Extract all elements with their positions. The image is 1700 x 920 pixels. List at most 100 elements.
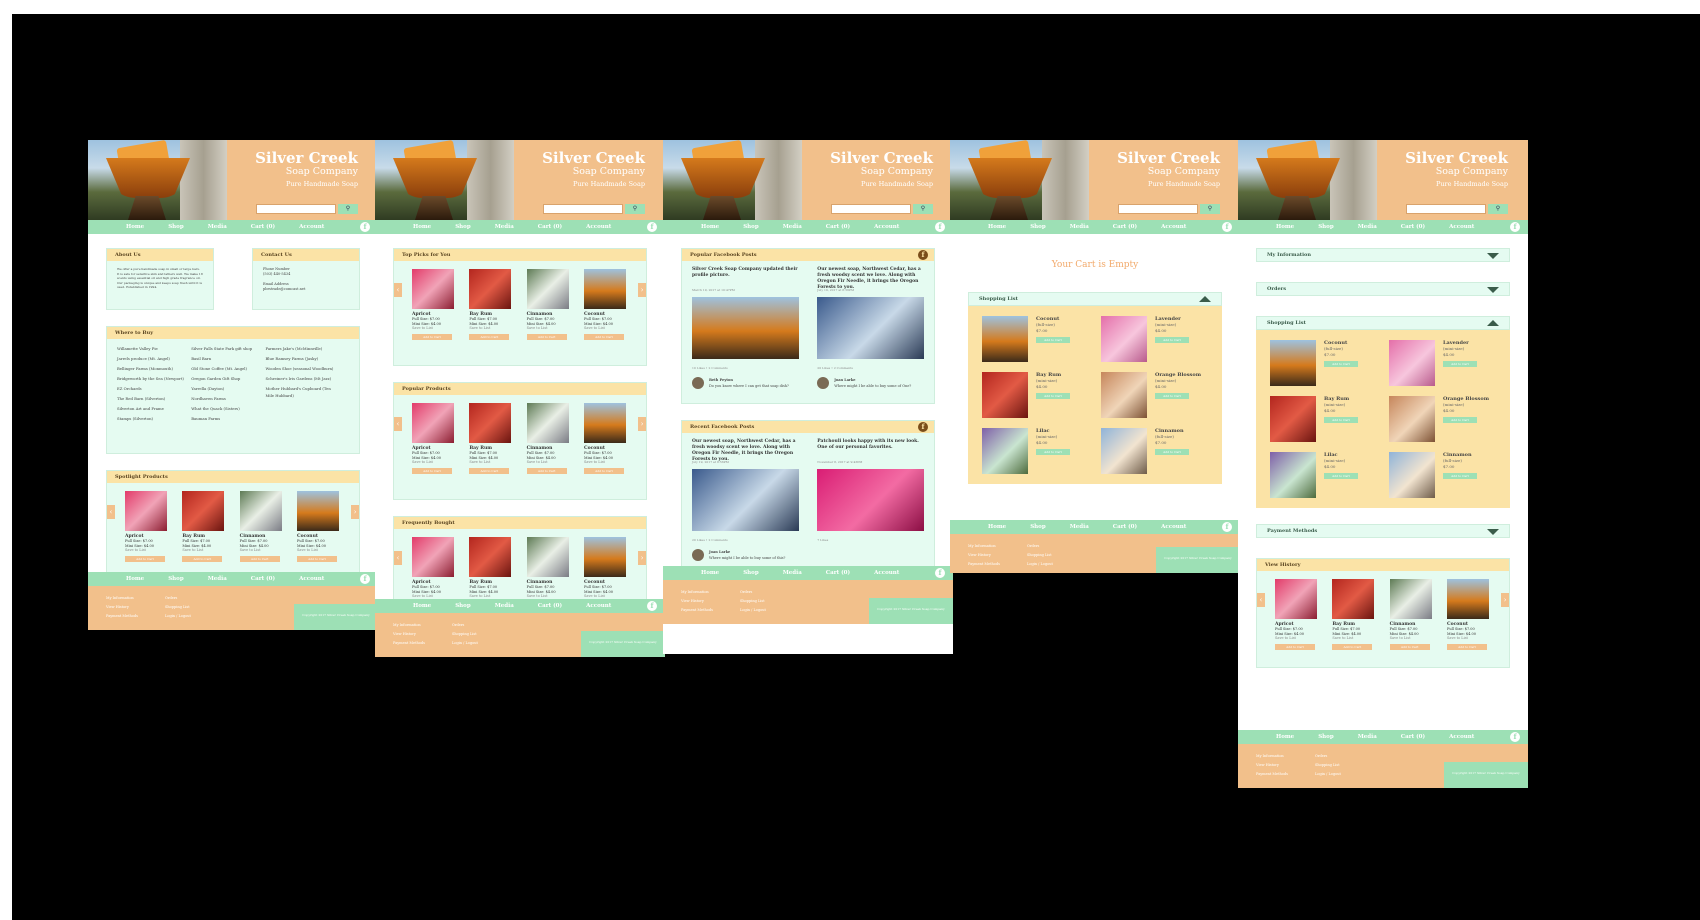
product-card[interactable]: Apricot Full Size: $7.00 Mini Size: $4.00 S… <box>1275 579 1319 650</box>
nav-account[interactable]: Account <box>1161 524 1186 530</box>
arrow-left-icon[interactable]: ‹ <box>107 505 115 519</box>
product-card[interactable]: Apricot Full Size: $7.00 Mini Size: $4.00 S… <box>412 403 456 474</box>
footer-link[interactable]: My Information <box>1256 752 1288 761</box>
post-image[interactable] <box>817 469 924 531</box>
product-image[interactable] <box>469 403 512 443</box>
product-image[interactable] <box>583 537 626 577</box>
nav-cart[interactable]: Cart (0) <box>538 603 562 609</box>
add-to-cart-button[interactable]: Add to Cart <box>412 333 452 340</box>
store-link[interactable]: Stamps (Silverton) <box>117 415 191 422</box>
expand-icon[interactable] <box>1487 253 1499 259</box>
product-card[interactable]: Cinnamon Full Size: $7.00 Mini Size: $4.00… <box>526 537 571 608</box>
footer-link[interactable]: Payment Methods <box>106 612 138 621</box>
product-card[interactable]: Coconut Full Size: $7.00 Mini Size: $4.00 S… <box>296 491 341 562</box>
nav-cart[interactable]: Cart (0) <box>251 576 275 582</box>
product-card[interactable]: Coconut Full Size: $7.00 Mini Size: $4.00 S… <box>583 537 628 608</box>
save-to-list-link[interactable]: Save to List <box>584 326 628 331</box>
nav-media[interactable]: Media <box>1070 524 1089 530</box>
add-to-cart-button[interactable]: Add to Cart <box>296 555 337 562</box>
nav-account[interactable]: Account <box>586 224 611 230</box>
cart-item-image[interactable] <box>1389 396 1435 442</box>
product-card[interactable]: Cinnamon Full Size: $7.00 Mini Size: $4.00… <box>526 269 571 340</box>
nav-home[interactable]: Home <box>701 570 719 576</box>
nav-cart[interactable]: Cart (0) <box>1401 224 1425 230</box>
cart-item-image[interactable] <box>1270 396 1316 442</box>
product-card[interactable]: Bay Rum Full Size: $7.00 Mini Size: $4.00 S… <box>1332 579 1376 650</box>
product-image[interactable] <box>526 403 569 443</box>
footer-link[interactable]: My Information <box>681 588 713 597</box>
product-image[interactable] <box>182 491 225 531</box>
footer-link[interactable]: View History <box>681 597 713 606</box>
facebook-icon[interactable]: f <box>360 222 370 232</box>
nav-media[interactable]: Media <box>208 224 227 230</box>
add-to-cart-button[interactable]: Add to Cart <box>1443 361 1477 367</box>
nav-account[interactable]: Account <box>874 224 899 230</box>
facebook-icon[interactable]: f <box>1222 222 1232 232</box>
footer-link[interactable]: Payment Methods <box>393 639 425 648</box>
product-image[interactable] <box>296 491 339 531</box>
save-to-list-link[interactable]: Save to List <box>584 460 628 465</box>
footer-link[interactable]: Login / Logout <box>1315 770 1341 779</box>
nav-home[interactable]: Home <box>126 224 144 230</box>
nav-shop[interactable]: Shop <box>1030 524 1046 530</box>
arrow-right-icon[interactable]: › <box>351 505 359 519</box>
cart-item-image[interactable] <box>982 316 1028 362</box>
footer-link[interactable]: Orders <box>1027 542 1053 551</box>
nav-home[interactable]: Home <box>126 576 144 582</box>
save-to-list-link[interactable]: Save to List <box>1390 636 1434 641</box>
facebook-icon[interactable]: f <box>647 601 657 611</box>
arrow-right-icon[interactable]: › <box>638 417 646 431</box>
shopping-list-header[interactable]: Shopping List <box>968 292 1222 306</box>
product-card[interactable]: Apricot Full Size: $7.00 Mini Size: $4.00 S… <box>412 537 456 608</box>
product-image[interactable] <box>412 403 454 443</box>
nav-home[interactable]: Home <box>413 603 431 609</box>
store-link[interactable]: Bridgeworth by the Sea (Newport) <box>117 375 191 382</box>
store-link[interactable]: Mother Hubbard's Cupboard (Ten Mile Hubb… <box>265 385 339 399</box>
save-to-list-link[interactable]: Save to List <box>527 594 571 599</box>
cart-item-image[interactable] <box>1101 316 1147 362</box>
nav-home[interactable]: Home <box>1276 224 1294 230</box>
add-to-cart-button[interactable]: Add to Cart <box>182 555 223 562</box>
nav-account[interactable]: Account <box>299 224 324 230</box>
search-icon[interactable]: ⚲ <box>338 204 358 214</box>
add-to-cart-button[interactable]: Add to Cart <box>526 467 567 474</box>
nav-home[interactable]: Home <box>988 524 1006 530</box>
add-to-cart-button[interactable]: Add to Cart <box>1036 393 1070 399</box>
add-to-cart-button[interactable]: Add to Cart <box>583 467 624 474</box>
search-input[interactable] <box>831 204 911 214</box>
footer-link[interactable]: View History <box>106 603 138 612</box>
save-to-list-link[interactable]: Save to List <box>527 326 571 331</box>
store-link[interactable]: What the Quack (Sisters) <box>191 405 265 412</box>
cart-item-image[interactable] <box>1389 452 1435 498</box>
product-card[interactable]: Bay Rum Full Size: $7.00 Mini Size: $4.00 S… <box>182 491 226 562</box>
save-to-list-link[interactable]: Save to List <box>297 548 341 553</box>
product-image[interactable] <box>1389 579 1432 619</box>
arrow-left-icon[interactable]: ‹ <box>394 283 402 297</box>
footer-link[interactable]: Login / Logout <box>740 606 766 615</box>
save-to-list-link[interactable]: Save to List <box>1447 636 1491 641</box>
add-to-cart-button[interactable]: Add to Cart <box>1155 449 1189 455</box>
nav-shop[interactable]: Shop <box>743 224 759 230</box>
footer-link[interactable]: Login / Logout <box>165 612 191 621</box>
product-card[interactable]: Apricot Full Size: $7.00 Mini Size: $4.00 S… <box>125 491 169 562</box>
search-input[interactable] <box>256 204 336 214</box>
product-image[interactable] <box>1446 579 1489 619</box>
product-card[interactable]: Apricot Full Size: $7.00 Mini Size: $4.00 S… <box>412 269 456 340</box>
product-image[interactable] <box>239 491 282 531</box>
store-link[interactable]: Wooden Shoe (seasonal Woodburn) <box>265 365 339 372</box>
footer-link[interactable]: Shopping List <box>1027 551 1053 560</box>
footer-link[interactable]: Shopping List <box>1315 761 1341 770</box>
footer-link[interactable]: Shopping List <box>165 603 191 612</box>
expand-icon[interactable] <box>1487 529 1499 535</box>
cart-item-image[interactable] <box>982 428 1028 474</box>
product-image[interactable] <box>412 537 454 577</box>
facebook-icon[interactable]: f <box>1222 522 1232 532</box>
store-link[interactable]: EZ Orchards <box>117 385 191 392</box>
nav-shop[interactable]: Shop <box>1030 224 1046 230</box>
add-to-cart-button[interactable]: Add to Cart <box>1036 449 1070 455</box>
store-link[interactable]: Silver Falls State Park gift shop <box>191 345 265 352</box>
footer-link[interactable]: Payment Methods <box>968 560 1000 569</box>
footer-link[interactable]: Shopping List <box>452 630 478 639</box>
arrow-left-icon[interactable]: ‹ <box>394 417 402 431</box>
nav-home[interactable]: Home <box>413 224 431 230</box>
